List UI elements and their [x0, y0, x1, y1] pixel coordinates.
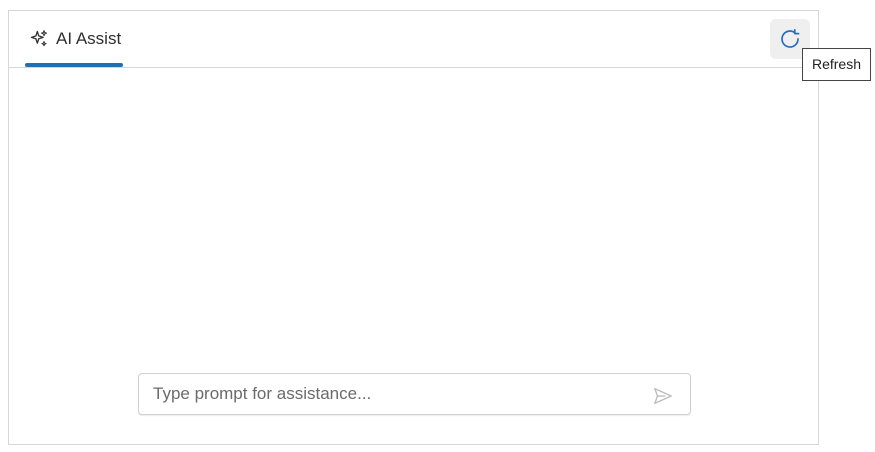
- ai-assist-panel: AI Assist: [8, 10, 819, 445]
- tab-ai-assist-label: AI Assist: [56, 29, 122, 48]
- active-tab-indicator: [25, 63, 123, 67]
- refresh-tooltip: Refresh: [802, 48, 871, 81]
- send-button[interactable]: [649, 382, 677, 410]
- send-icon: [654, 387, 672, 405]
- prompt-box: [138, 373, 691, 415]
- sparkles-icon: [30, 29, 48, 46]
- refresh-icon: [781, 28, 800, 48]
- tab-ai-assist[interactable]: AI Assist: [25, 11, 123, 68]
- panel-header: AI Assist: [9, 11, 818, 68]
- prompt-input[interactable]: [139, 374, 629, 414]
